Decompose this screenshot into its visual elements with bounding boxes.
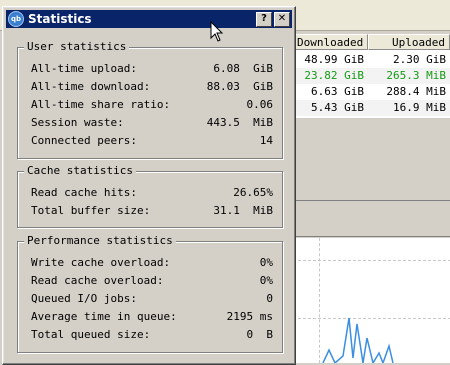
downloaded-cell: 23.82 GiB [304, 69, 364, 82]
group-title: User statistics [24, 40, 130, 53]
user-statistics-group: User statistics All-time upload: 6.08 Gi… [17, 40, 283, 159]
close-button[interactable]: ✕ [274, 11, 290, 27]
statistics-dialog: qb Statistics ? ✕ User statistics All-ti… [2, 6, 296, 365]
dialog-titlebar[interactable]: qb Statistics ? ✕ [6, 10, 292, 28]
uploaded-cell: 2.30 GiB [393, 53, 446, 66]
downloaded-cell: 48.99 GiB [304, 53, 364, 66]
stat-row-write-cache-overload: Write cache overload: 0% [31, 255, 273, 271]
stat-row-session-waste: Session waste: 443.5 MiB [31, 115, 273, 131]
stat-row-read-cache-hits: Read cache hits: 26.65% [31, 185, 273, 201]
stat-label: All-time upload: [31, 62, 137, 75]
stat-value: 0% [259, 256, 273, 269]
stat-row-total-queued-size: Total queued size: 0 B [31, 327, 273, 343]
transfers-table[interactable]: Downloaded Uploaded 48.99 GiB 2.30 GiB 2… [292, 34, 450, 118]
stat-row-alltime-download: All-time download: 88.03 GiB [31, 79, 273, 95]
stat-label: Write cache overload: [31, 256, 171, 269]
stat-label: Session waste: [31, 116, 124, 129]
stat-label: All-time share ratio: [31, 98, 171, 111]
column-header-uploaded[interactable]: Uploaded [368, 34, 450, 50]
stat-row-alltime-upload: All-time upload: 6.08 GiB [31, 61, 273, 77]
column-header-downloaded[interactable]: Downloaded [292, 34, 368, 50]
uploaded-cell: 16.9 MiB [393, 101, 446, 114]
stat-label: Read cache overload: [31, 274, 164, 287]
table-row[interactable]: 5.43 GiB 16.9 MiB [292, 100, 450, 116]
stat-value: 2195 ms [226, 310, 273, 323]
stat-row-average-time-in-queue: Average time in queue: 2195 ms [31, 309, 273, 325]
stat-label: Read cache hits: [31, 186, 137, 199]
stat-row-queued-io-jobs: Queued I/O jobs: 0 [31, 291, 273, 307]
speed-graph-line [322, 317, 394, 363]
stat-value: 0 [266, 292, 273, 305]
stat-label: Queued I/O jobs: [31, 292, 137, 305]
stat-label: All-time download: [31, 80, 151, 93]
stat-value: 31.1 MiB [213, 204, 273, 217]
performance-statistics-group: Performance statistics Write cache overl… [17, 234, 283, 353]
table-row[interactable]: 48.99 GiB 2.30 GiB [292, 52, 450, 68]
qbittorrent-app-icon: qb [8, 11, 24, 27]
stat-row-read-cache-overload: Read cache overload: 0% [31, 273, 273, 289]
stat-value: 0.06 [246, 98, 274, 111]
mouse-cursor-icon [210, 21, 224, 42]
stat-value: 0% [259, 274, 273, 287]
stat-label: Total buffer size: [31, 204, 151, 217]
stat-value: 26.65% [233, 186, 273, 199]
transfers-table-header: Downloaded Uploaded [292, 34, 450, 52]
stat-value: 14 [259, 134, 273, 147]
cache-statistics-group: Cache statistics Read cache hits: 26.65%… [17, 164, 283, 228]
speed-graph [292, 238, 450, 363]
table-row[interactable]: 6.63 GiB 288.4 MiB [292, 84, 450, 100]
stat-row-total-buffer-size: Total buffer size: 31.1 MiB [31, 203, 273, 219]
stat-value: 88.03 GiB [206, 80, 273, 93]
stat-row-connected-peers: Connected peers: 14 [31, 133, 273, 149]
group-title: Performance statistics [24, 234, 176, 247]
uploaded-cell: 288.4 MiB [386, 85, 446, 98]
stat-label: Connected peers: [31, 134, 137, 147]
stat-row-share-ratio: All-time share ratio: 0.06 [31, 97, 273, 113]
uploaded-cell: 265.3 MiB [386, 69, 446, 82]
help-button[interactable]: ? [256, 11, 272, 27]
stat-value: 0 B [246, 328, 274, 341]
downloaded-cell: 5.43 GiB [311, 101, 364, 114]
group-title: Cache statistics [24, 164, 136, 177]
stat-label: Total queued size: [31, 328, 151, 341]
table-row[interactable]: 23.82 GiB 265.3 MiB [292, 68, 450, 84]
stat-value: 6.08 GiB [213, 62, 273, 75]
downloaded-cell: 6.63 GiB [311, 85, 364, 98]
splitter-handle[interactable] [292, 200, 450, 211]
stat-label: Average time in queue: [31, 310, 177, 323]
stat-value: 443.5 MiB [206, 116, 273, 129]
background-tab-strip [292, 216, 450, 237]
